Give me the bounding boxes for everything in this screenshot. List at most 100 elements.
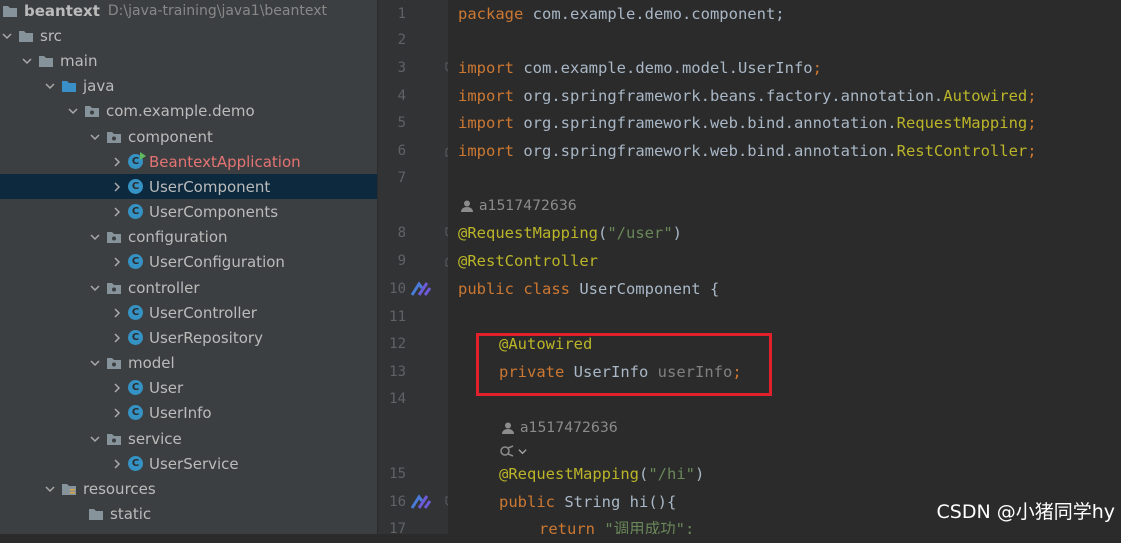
chevron-right-icon[interactable] — [110, 155, 124, 169]
tree-item-controller[interactable]: controller — [0, 275, 377, 300]
chevron-down-icon[interactable] — [0, 29, 14, 43]
code-editor[interactable]: package com.example.demo.component; impo… — [448, 0, 1121, 534]
chevron-down-icon[interactable] — [43, 482, 57, 496]
class-icon: C — [128, 305, 143, 320]
package-icon — [106, 432, 122, 446]
tree-item-main[interactable]: main — [0, 48, 377, 73]
chevron-down-icon[interactable] — [88, 130, 102, 144]
author-name: a1517472636 — [479, 198, 577, 214]
class-icon: C — [128, 254, 143, 269]
chevron-down-icon[interactable] — [88, 230, 102, 244]
semicolon: ; — [1027, 114, 1037, 132]
paren: ) — [695, 465, 705, 483]
string-literal: "/user" — [607, 224, 673, 242]
import-path: org.springframework.beans.factory.annota… — [514, 87, 944, 105]
semicolon: ; — [1027, 87, 1037, 105]
watermark: CSDN @小猪同学hy — [936, 501, 1116, 523]
line-number: 15 — [389, 466, 406, 482]
chevron-right-icon[interactable] — [110, 306, 124, 320]
highlight-box — [476, 333, 772, 396]
editor-gutter: 1 2 3 4 5 6 7 8 9 10 11 12 13 14 15 16 1… — [377, 0, 455, 537]
tree-item-label: model — [128, 353, 175, 372]
chevron-down-icon[interactable] — [88, 281, 102, 295]
tree-item-user-service[interactable]: C UserService — [0, 451, 377, 476]
tree-item-com-example-demo[interactable]: com.example.demo — [0, 98, 377, 123]
import-path: org.springframework.web.bind.annotation. — [514, 142, 897, 160]
spring-bean-gutter-icon[interactable] — [410, 281, 432, 297]
tree-item-user[interactable]: C User — [0, 375, 377, 400]
code-line-3: import com.example.demo.model.UserInfo; — [458, 54, 822, 82]
tree-item-label: UserComponent — [149, 177, 271, 196]
semicolon: ; — [812, 59, 822, 77]
chevron-down-icon[interactable] — [66, 104, 80, 118]
paren: ( — [638, 465, 649, 483]
tree-root[interactable]: beantext D:\java-training\java1\beantext — [0, 0, 377, 23]
code-line-16: public String hi(){ — [499, 488, 676, 516]
tree-item-resources[interactable]: resources — [0, 476, 377, 501]
project-tree: beantext D:\java-training\java1\beantext… — [0, 0, 377, 534]
tree-item-label: com.example.demo — [106, 101, 255, 120]
tree-item-label: UserComponents — [149, 202, 279, 221]
tree-item-configuration[interactable]: configuration — [0, 224, 377, 249]
chevron-down-icon[interactable] — [88, 356, 102, 370]
code-line-1: package com.example.demo.component; — [458, 0, 785, 28]
chevron-down-icon[interactable] — [20, 54, 34, 68]
keyword: public class — [458, 280, 570, 298]
code-line-10: public class UserComponent { — [458, 275, 719, 303]
person-icon — [502, 422, 514, 434]
chevron-right-icon[interactable] — [110, 381, 124, 395]
tree-item-user-configuration[interactable]: C UserConfiguration — [0, 249, 377, 274]
tree-item-label: main — [60, 51, 98, 70]
tree-item-src[interactable]: src — [0, 23, 377, 48]
package-icon — [106, 356, 122, 370]
tree-item-label: java — [83, 76, 115, 95]
tree-item-label: controller — [128, 278, 200, 297]
line-number: 16 — [389, 494, 406, 510]
chevron-right-icon[interactable] — [110, 205, 124, 219]
tree-item-user-component[interactable]: C UserComponent — [0, 174, 377, 199]
chevron-right-icon[interactable] — [110, 406, 124, 420]
tree-item-user-repository[interactable]: C UserRepository — [0, 325, 377, 350]
endpoint-hint[interactable] — [499, 441, 527, 461]
spring-bean-gutter-icon[interactable] — [410, 494, 432, 510]
annotation: @RequestMapping — [458, 224, 598, 242]
tree-item-component[interactable]: component — [0, 124, 377, 149]
chevron-right-icon[interactable] — [110, 180, 124, 194]
annotation: @RestController — [458, 252, 598, 270]
line-number: 8 — [397, 225, 406, 241]
folder-icon — [18, 29, 34, 43]
tree-item-java[interactable]: java — [0, 73, 377, 98]
author-hint[interactable]: a1517472636 — [460, 196, 577, 216]
chevron-right-icon[interactable] — [110, 331, 124, 345]
import-path: org.springframework.web.bind.annotation. — [514, 114, 897, 132]
chevron-down-icon[interactable] — [88, 432, 102, 446]
chevron-right-icon[interactable] — [110, 457, 124, 471]
line-number: 14 — [389, 391, 406, 407]
code-line-9: @RestController — [458, 247, 598, 275]
tree-item-label: resources — [83, 479, 156, 498]
package-name: com.example.demo.component; — [523, 5, 785, 23]
tree-item-user-info[interactable]: C UserInfo — [0, 400, 377, 425]
tree-item-label: static — [110, 504, 152, 523]
class-icon: C — [128, 204, 143, 219]
tree-item-model[interactable]: model — [0, 350, 377, 375]
chevron-down-icon — [518, 448, 527, 454]
tree-item-label: src — [40, 26, 62, 45]
chevron-right-icon[interactable] — [110, 255, 124, 269]
tree-item-static[interactable]: static — [0, 501, 377, 526]
tree-item-beantext-application[interactable]: C BeantextApplication — [0, 149, 377, 174]
tree-item-service[interactable]: service — [0, 426, 377, 451]
author-hint[interactable]: a1517472636 — [501, 418, 618, 438]
chevron-down-icon[interactable] — [43, 79, 57, 93]
annotation: @RequestMapping — [499, 465, 639, 483]
tree-item-user-components[interactable]: C UserComponents — [0, 199, 377, 224]
line-number: 4 — [397, 88, 406, 104]
tree-item-label: UserInfo — [149, 403, 212, 422]
line-number: 6 — [397, 143, 406, 159]
import-class: Autowired — [943, 87, 1028, 105]
package-icon — [106, 130, 122, 144]
keyword: import — [458, 114, 514, 132]
line-number: 17 — [389, 521, 406, 537]
tree-item-user-controller[interactable]: C UserController — [0, 300, 377, 325]
line-number: 12 — [389, 336, 406, 352]
